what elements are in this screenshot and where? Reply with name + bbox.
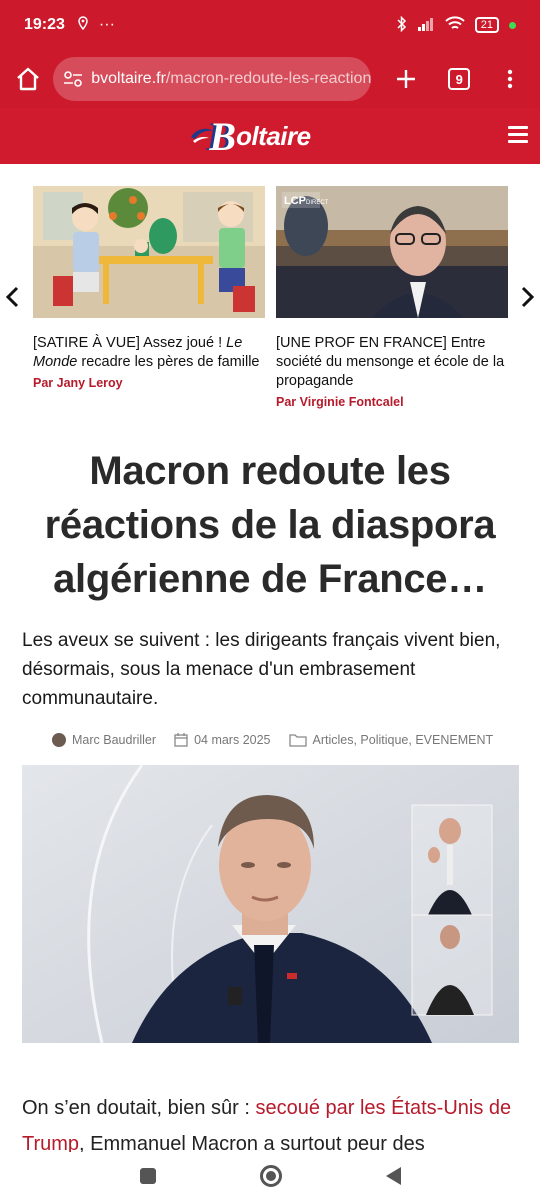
url-domain: bvoltaire.fr: [91, 70, 166, 87]
card-image-assembly[interactable]: LCP DIRECT: [276, 186, 508, 318]
wifi-icon: [445, 15, 465, 35]
home-button[interactable]: [10, 61, 45, 97]
calendar-icon: [174, 733, 188, 747]
url-path: /macron-redoute-les-reaction: [165, 70, 371, 87]
bluetooth-icon: [397, 15, 407, 35]
card-author[interactable]: Par Virginie Fontcalel: [276, 395, 508, 409]
meta-author[interactable]: Marc Baudriller: [52, 733, 156, 747]
carousel-next-button[interactable]: [518, 284, 538, 310]
recent-apps-button[interactable]: [139, 1168, 156, 1184]
browser-menu-button[interactable]: [491, 59, 530, 99]
card-author[interactable]: Par Jany Leroy: [33, 376, 265, 390]
publish-date: 04 mars 2025: [194, 733, 271, 747]
chevron-left-icon: [5, 286, 19, 308]
plus-icon: [397, 70, 416, 88]
carousel-prev-button[interactable]: [2, 284, 22, 310]
browser-toolbar: bvoltaire.fr/macron-redoute-les-reaction…: [0, 50, 540, 108]
meta-date: 04 mars 2025: [174, 733, 271, 747]
privacy-indicator-dot: [509, 21, 516, 29]
home-icon: [16, 67, 39, 91]
lcp-badge: LCP: [284, 195, 306, 207]
article-meta: Marc Baudriller 04 mars 2025 Articles, P…: [52, 733, 512, 747]
article-dek: Les aveux se suivent : les dirigeants fr…: [22, 630, 501, 709]
card-image-playmobil[interactable]: [33, 186, 265, 318]
more-vert-icon: [508, 69, 513, 89]
site-logo[interactable]: B oltaire: [189, 113, 311, 160]
article-headline: Macron redoute les réactions de la diasp…: [44, 449, 496, 601]
author-name: Marc Baudriller: [72, 733, 157, 747]
article-hero-image[interactable]: [22, 765, 519, 1043]
chevron-right-icon: [521, 286, 535, 308]
article-body-first-paragraph: On s’en doutait, bien sûr : secoué par l…: [22, 1090, 522, 1152]
site-settings-icon[interactable]: [63, 70, 83, 88]
tab-count: 9: [448, 68, 471, 90]
site-menu-icon[interactable]: [508, 126, 528, 147]
back-button[interactable]: [385, 1167, 401, 1185]
folder-icon: [288, 734, 307, 747]
category-list: Articles, Politique, EVENEMENT: [312, 733, 494, 747]
signal-icon: [417, 17, 435, 34]
home-nav-button[interactable]: [259, 1165, 282, 1187]
more-notifications-icon: ···: [98, 16, 115, 33]
direct-badge: DIRECT: [306, 200, 329, 206]
logo-text: oltaire: [236, 120, 311, 151]
card-caption[interactable]: [SATIRE À VUE] Assez joué ! Le Monde rec…: [33, 334, 265, 372]
carousel-card-prof[interactable]: LCP DIRECT [UNE PROF EN FRANCE] Entre so…: [276, 186, 508, 409]
new-tab-button[interactable]: [387, 59, 426, 99]
logo-letter: B: [209, 113, 237, 159]
status-bar: 19:23 ··· 21: [0, 0, 540, 50]
tab-switcher-button[interactable]: 9: [440, 59, 479, 99]
meta-categories[interactable]: Articles, Politique, EVENEMENT: [288, 733, 494, 747]
address-bar[interactable]: bvoltaire.fr/macron-redoute-les-reaction: [53, 57, 371, 101]
location-icon: [77, 15, 89, 35]
card-caption[interactable]: [UNE PROF EN FRANCE] Entre société du me…: [276, 334, 508, 391]
author-avatar: [52, 733, 66, 747]
system-navigation-bar: [0, 1152, 540, 1200]
carousel-card-satire[interactable]: [SATIRE À VUE] Assez joué ! Le Monde rec…: [33, 186, 265, 390]
status-time: 19:23: [24, 16, 65, 33]
site-header: B oltaire: [0, 108, 540, 164]
related-articles-carousel: [SATIRE À VUE] Assez joué ! Le Monde rec…: [0, 186, 540, 416]
battery-indicator: 21: [474, 17, 499, 33]
